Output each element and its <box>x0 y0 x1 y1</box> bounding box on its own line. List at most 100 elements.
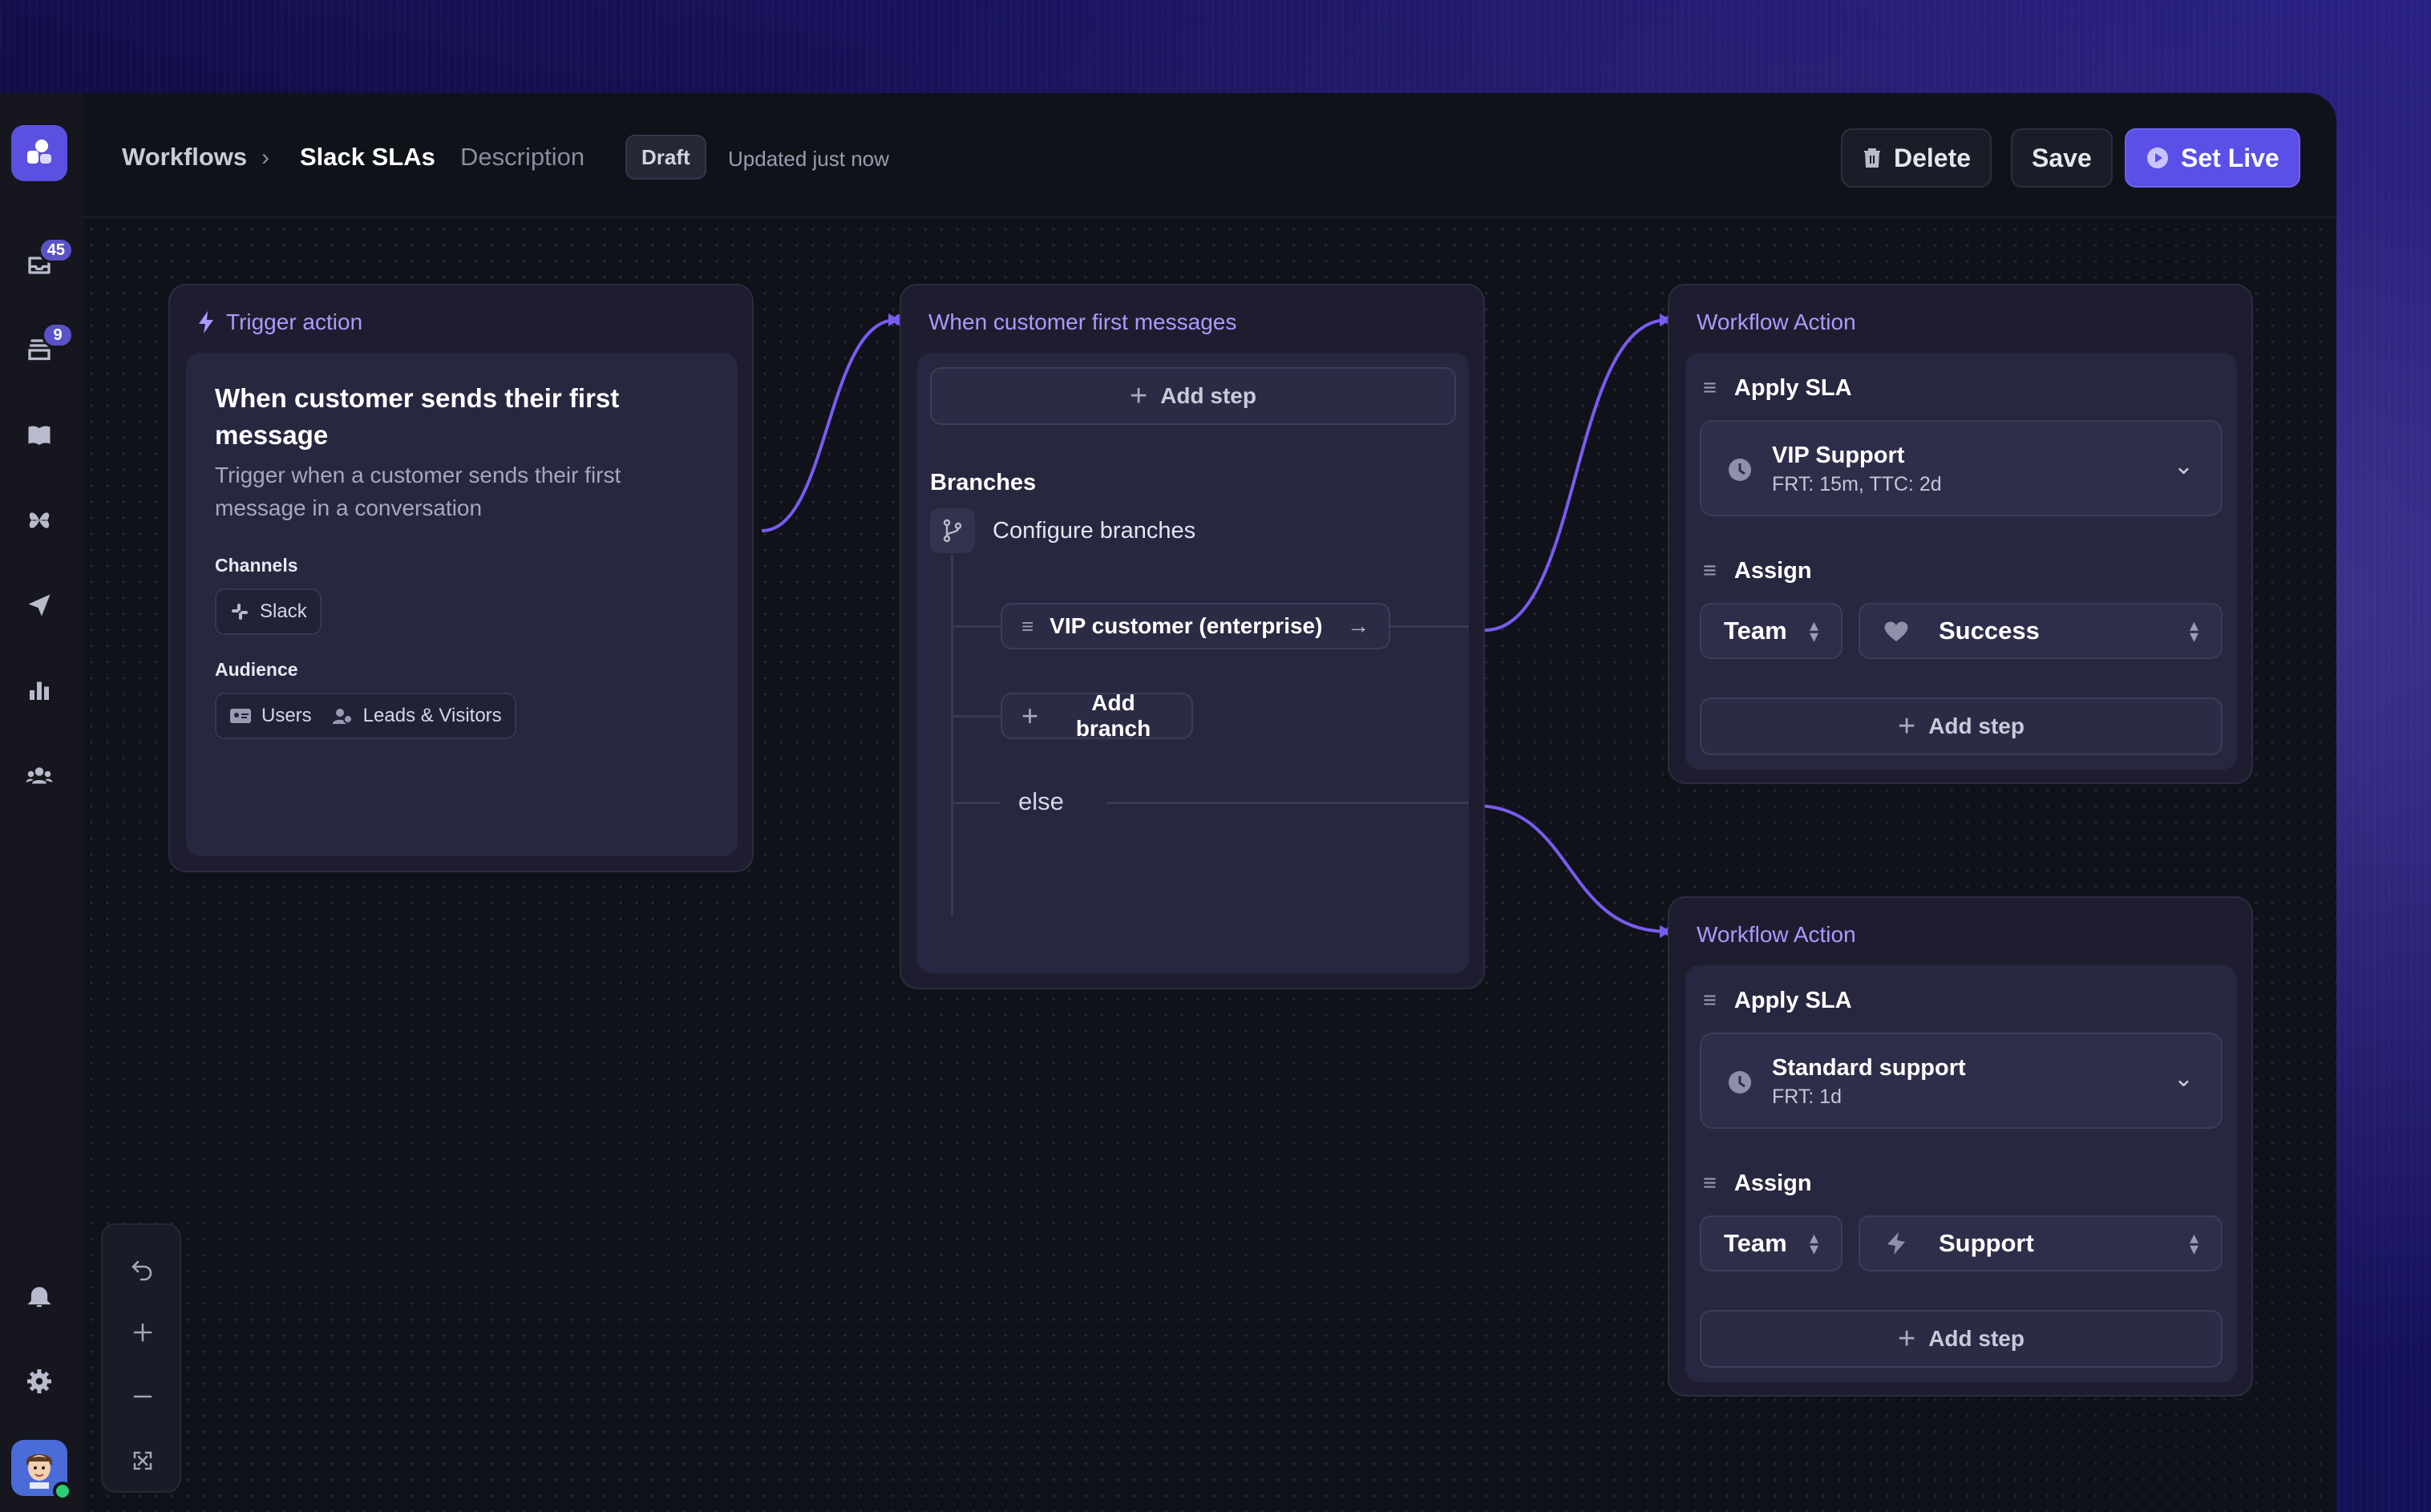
play-circle-icon <box>2147 148 2168 168</box>
book-icon <box>28 426 51 445</box>
apply-sla-label: Apply SLA <box>1733 988 1852 1013</box>
add-step-button[interactable]: + Add step <box>1700 697 2223 755</box>
sidebar-item-contacts[interactable] <box>19 755 59 795</box>
user-avatar[interactable] <box>11 1440 72 1501</box>
save-label: Save <box>2032 143 2092 172</box>
wire-else-to-action-2 <box>1474 804 1669 933</box>
sla-select[interactable]: VIP Support FRT: 15m, TTC: 2d ⌄ <box>1700 420 2223 516</box>
action-card: ≡ Apply SLA Standard support FRT: 1d ⌄ ≡… <box>1685 965 2237 1382</box>
tree-line <box>1385 625 1469 628</box>
action-header-label: Workflow Action <box>1697 309 1856 334</box>
sidebar: 45 9 <box>0 93 83 1512</box>
branches-label: Branches <box>930 470 1037 495</box>
branch-item-vip[interactable]: ≡ VIP customer (enterprise) → <box>1001 603 1390 649</box>
configure-branches-label[interactable]: Configure branches <box>993 518 1195 544</box>
drag-handle-icon[interactable]: ≡ <box>1703 988 1717 1014</box>
online-status-dot <box>53 1482 72 1501</box>
assign-team-select[interactable]: Support ▴ ▾ <box>1859 1215 2223 1271</box>
workflow-title[interactable]: Slack SLAs <box>300 143 435 172</box>
drag-handle-icon[interactable]: ≡ <box>1021 614 1033 639</box>
assign-type-select[interactable]: Team ▴ ▾ <box>1700 1215 1842 1271</box>
assign-section: ≡ Assign <box>1703 558 1812 584</box>
assign-team-value: Support <box>1939 1229 2034 1257</box>
workflow-action-node-2[interactable]: Workflow Action ≡ Apply SLA Standard sup… <box>1668 896 2253 1397</box>
zoom-in-icon[interactable] <box>127 1316 159 1348</box>
assign-label: Assign <box>1733 558 1812 584</box>
sla-clock-icon <box>1729 1071 1751 1094</box>
branch-header-label: When customer first messages <box>928 309 1237 334</box>
app-logo[interactable] <box>11 125 67 181</box>
add-step-button[interactable]: + Add step <box>1700 1310 2223 1368</box>
sla-select[interactable]: Standard support FRT: 1d ⌄ <box>1700 1033 2223 1129</box>
zoom-out-icon[interactable] <box>127 1381 159 1413</box>
sidebar-item-inbox[interactable]: 45 <box>19 237 74 285</box>
branch-icon-box <box>930 508 975 553</box>
trigger-card: When customer sends their first message … <box>186 353 738 856</box>
action-card: ≡ Apply SLA VIP Support FRT: 15m, TTC: 2… <box>1685 353 2237 770</box>
avatar-face-icon <box>26 1454 52 1489</box>
workflow-action-node-1[interactable]: Workflow Action ≡ Apply SLA VIP Support … <box>1668 284 2253 784</box>
undo-icon[interactable] <box>127 1252 159 1284</box>
send-icon <box>28 594 51 617</box>
heart-icon <box>1884 621 1908 641</box>
add-step-button[interactable]: + Add step <box>930 367 1456 425</box>
id-card-icon <box>230 709 251 723</box>
arrow-right-icon: → <box>1347 613 1369 638</box>
sidebar-item-reports[interactable] <box>19 670 59 710</box>
trigger-node[interactable]: Trigger action When customer sends their… <box>168 284 754 872</box>
support-icon <box>1887 1232 1905 1255</box>
add-branch-button[interactable]: + Add branch <box>1001 690 1193 741</box>
assign-type-value: Team <box>1724 1229 1787 1257</box>
description-link[interactable]: Description <box>460 143 584 172</box>
assign-section: ≡ Assign <box>1703 1170 1812 1197</box>
tree-line <box>951 625 1001 628</box>
trigger-node-header: Trigger action <box>197 309 362 335</box>
add-branch-label: Add branch <box>1075 690 1151 741</box>
status-badge: Draft <box>625 135 706 180</box>
sla-clock-icon <box>1729 459 1751 481</box>
add-step-label: Add step <box>1160 383 1256 408</box>
fit-view-icon[interactable] <box>127 1445 159 1477</box>
drag-handle-icon[interactable]: ≡ <box>1703 558 1717 584</box>
sla-detail: FRT: 1d <box>1772 1085 1842 1108</box>
audience-label: Audience <box>215 659 298 680</box>
delete-button[interactable]: Delete <box>1841 128 1992 188</box>
channels-label: Channels <box>215 555 298 576</box>
breadcrumb-workflows[interactable]: Workflows <box>122 143 247 172</box>
sla-name: Standard support <box>1772 1055 1966 1081</box>
add-step-label: Add step <box>1928 1326 2024 1351</box>
drag-handle-icon[interactable]: ≡ <box>1703 375 1717 402</box>
else-label: else <box>1018 787 1064 815</box>
chevron-down-icon: ⌄ <box>2173 1065 2194 1092</box>
plus-icon: + <box>1130 378 1148 413</box>
trash-icon <box>1864 148 1880 168</box>
wire-trigger-to-branch <box>761 318 897 532</box>
assign-type-value: Team <box>1724 617 1787 645</box>
assign-type-select[interactable]: Team ▴ ▾ <box>1700 603 1842 659</box>
apply-sla-section: ≡ Apply SLA <box>1703 988 1852 1014</box>
updown-chevron-icon: ▴ ▾ <box>1809 615 1818 646</box>
apply-sla-label: Apply SLA <box>1733 375 1852 401</box>
sidebar-item-notifications[interactable] <box>19 1276 59 1316</box>
save-button[interactable]: Save <box>2011 128 2113 188</box>
sidebar-item-outbound[interactable] <box>19 585 59 625</box>
plus-icon: + <box>1898 709 1916 743</box>
canvas-controls <box>101 1223 181 1493</box>
assign-team-select[interactable]: Success ▴ ▾ <box>1859 603 2223 659</box>
set-live-button[interactable]: Set Live <box>2125 128 2300 188</box>
plus-icon: + <box>1898 1321 1916 1356</box>
trigger-description: Trigger when a customer sends their firs… <box>215 463 621 520</box>
workflow-canvas[interactable]: Workflows › Slack SLAs Description Draft… <box>83 93 2336 1512</box>
sidebar-item-apps[interactable] <box>19 500 59 540</box>
trigger-header-label: Trigger action <box>226 309 363 334</box>
drag-handle-icon[interactable]: ≡ <box>1703 1170 1717 1197</box>
breadcrumb-chevron-icon: › <box>261 144 269 171</box>
branch-node[interactable]: When customer first messages + Add step … <box>900 284 1485 989</box>
sidebar-item-tray[interactable]: 9 <box>19 322 74 370</box>
sidebar-item-settings[interactable] <box>19 1361 59 1401</box>
audience-leads-label: Leads & Visitors <box>362 705 502 726</box>
sidebar-item-knowledge[interactable] <box>19 415 59 455</box>
tree-line <box>951 715 1001 718</box>
tray-badge: 9 <box>42 322 74 348</box>
audience-pill: Users Leads & Visitors <box>215 693 516 739</box>
